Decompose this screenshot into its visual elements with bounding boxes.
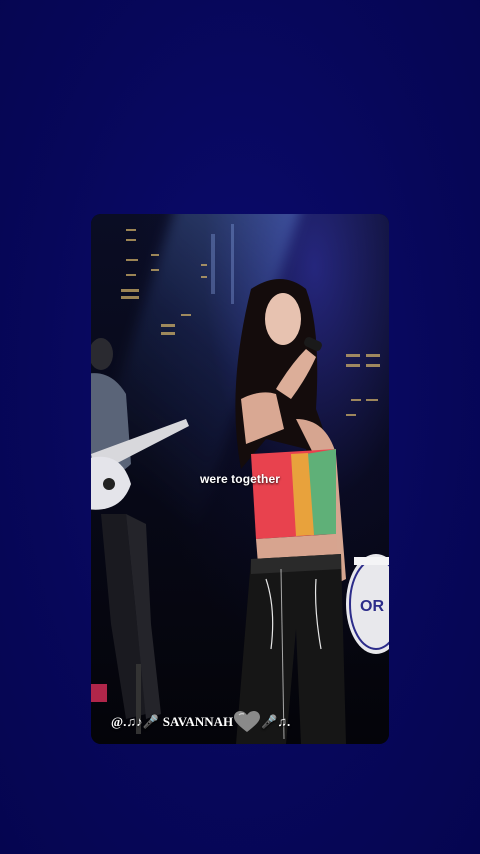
- watermark-suffix: 🎤♫.: [261, 714, 291, 729]
- guitarist-figure: [91, 338, 189, 734]
- watermark-prefix: @.♫♪🎤: [111, 714, 159, 729]
- lyric-caption: were together: [200, 472, 280, 486]
- screen: OR were together @.♫♪🎤 SAVANNAH 🎤♫.: [0, 0, 480, 854]
- creator-watermark: @.♫♪🎤 SAVANNAH 🎤♫.: [111, 711, 290, 733]
- grey-heart-icon: [234, 711, 261, 732]
- amp-light: [91, 684, 107, 702]
- video-player[interactable]: OR were together @.♫♪🎤 SAVANNAH 🎤♫.: [91, 214, 389, 744]
- watermark-name: SAVANNAH: [162, 714, 234, 729]
- singer-figure: [235, 279, 346, 744]
